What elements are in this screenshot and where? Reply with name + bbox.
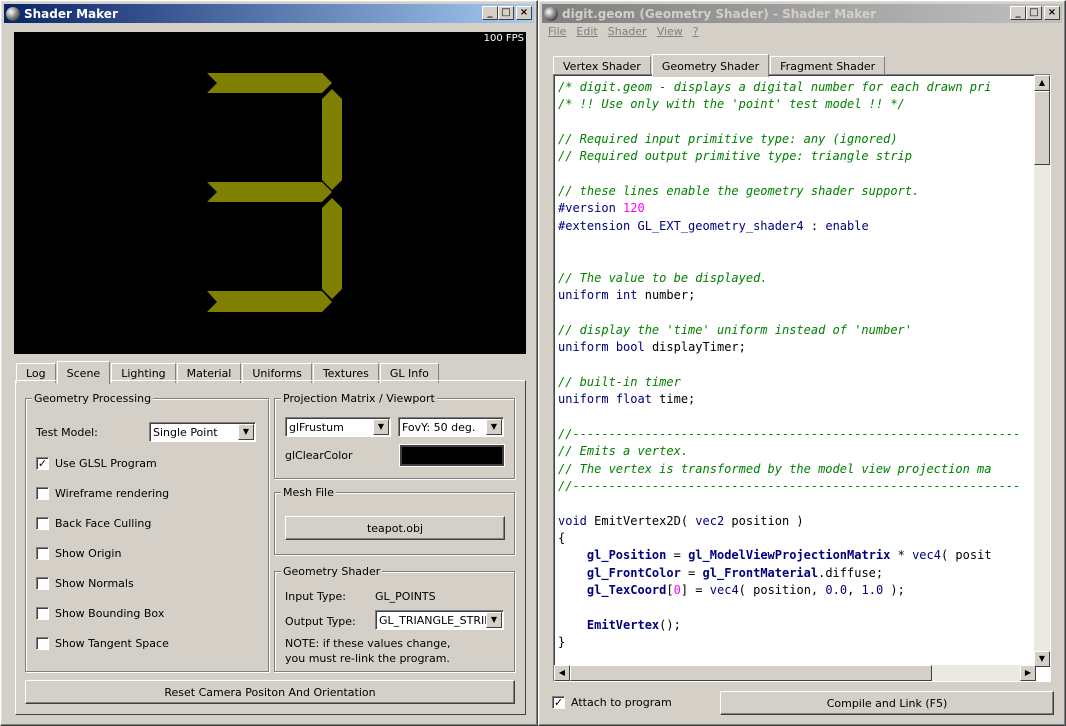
checkbox-label: Show Tangent Space bbox=[55, 637, 169, 650]
menu-shader[interactable]: Shader bbox=[603, 25, 652, 43]
shader-maker-window: Shader Maker _ □ × 100 FPS Log Scene Lig… bbox=[0, 0, 538, 726]
tab-vertex-shader[interactable]: Vertex Shader bbox=[553, 56, 651, 76]
menu-file[interactable]: File bbox=[543, 25, 571, 43]
render-viewport[interactable]: 100 FPS bbox=[14, 32, 526, 354]
code-editor[interactable]: /* digit.geom - displays a digital numbe… bbox=[553, 74, 1051, 682]
back-face-culling-checkbox[interactable]: Back Face Culling bbox=[36, 517, 151, 530]
clear-color-label: glClearColor bbox=[285, 449, 353, 462]
wireframe-checkbox[interactable]: Wireframe rendering bbox=[36, 487, 169, 500]
fovy-value: FovY: 50 deg. bbox=[402, 420, 476, 434]
fovy-select[interactable]: FovY: 50 deg. ▼ bbox=[398, 417, 504, 437]
right-title-bar[interactable]: digit.geom (Geometry Shader) - Shader Ma… bbox=[542, 4, 1062, 23]
geometry-shader-title: Geometry Shader bbox=[281, 565, 383, 578]
clear-color-swatch[interactable] bbox=[399, 444, 505, 467]
close-button[interactable]: × bbox=[1044, 6, 1060, 20]
input-type-label: Input Type: bbox=[285, 590, 346, 603]
scroll-up-arrow-icon[interactable]: ▲ bbox=[1034, 75, 1050, 91]
attach-label: Attach to program bbox=[571, 696, 672, 709]
checkbox-box bbox=[36, 517, 49, 530]
digit-three-render bbox=[207, 73, 342, 312]
checkbox-label: Show Origin bbox=[55, 547, 122, 560]
checkbox-label: Show Bounding Box bbox=[55, 607, 165, 620]
checkbox-label: Use GLSL Program bbox=[55, 457, 157, 470]
scroll-down-arrow-icon[interactable]: ▼ bbox=[1034, 651, 1050, 667]
digit-segment-middle bbox=[207, 182, 332, 202]
test-model-label: Test Model: bbox=[36, 426, 98, 439]
left-tab-bar: Log Scene Lighting Material Uniforms Tex… bbox=[16, 359, 440, 384]
minimize-button[interactable]: _ bbox=[1010, 6, 1026, 20]
attach-to-program-checkbox[interactable]: ✓ Attach to program bbox=[552, 696, 672, 709]
mesh-file-button[interactable]: teapot.obj bbox=[285, 516, 505, 540]
output-type-label: Output Type: bbox=[285, 615, 356, 628]
shader-tab-bar: Vertex Shader Geometry Shader Fragment S… bbox=[553, 52, 886, 77]
checkbox-box bbox=[36, 547, 49, 560]
geometry-processing-group: Geometry Processing Test Model: Single P… bbox=[25, 392, 269, 672]
test-model-value: Single Point bbox=[153, 425, 218, 439]
digit-segment-lower-right bbox=[322, 198, 342, 299]
fps-counter: 100 FPS bbox=[483, 33, 524, 44]
left-title-bar[interactable]: Shader Maker _ □ × bbox=[4, 4, 534, 23]
checkbox-box bbox=[36, 487, 49, 500]
checkbox-box bbox=[36, 607, 49, 620]
geometry-processing-title: Geometry Processing bbox=[32, 392, 154, 405]
menu-view[interactable]: View bbox=[652, 25, 688, 43]
use-glsl-checkbox[interactable]: ✓ Use GLSL Program bbox=[36, 457, 157, 470]
geometry-shader-group: Geometry Shader Input Type: GL_POINTS Ou… bbox=[274, 565, 515, 672]
minimize-button[interactable]: _ bbox=[482, 6, 498, 20]
menu-edit[interactable]: Edit bbox=[571, 25, 602, 43]
tab-geometry-shader[interactable]: Geometry Shader bbox=[651, 54, 770, 77]
chevron-down-icon: ▼ bbox=[373, 419, 389, 435]
checkbox-box bbox=[36, 637, 49, 650]
projection-title: Projection Matrix / Viewport bbox=[281, 392, 437, 405]
note-line-1: NOTE: if these values change, bbox=[285, 637, 451, 650]
left-window-title: Shader Maker bbox=[24, 6, 118, 21]
horizontal-scrollbar[interactable]: ◀ ▶ bbox=[554, 665, 1036, 681]
input-type-value: GL_POINTS bbox=[375, 590, 436, 603]
app-sphere-icon bbox=[6, 6, 20, 21]
projection-group: Projection Matrix / Viewport glFrustum ▼… bbox=[274, 392, 515, 479]
code-text[interactable]: /* digit.geom - displays a digital numbe… bbox=[558, 79, 1038, 663]
note-line-2: you must re-link the program. bbox=[285, 652, 450, 665]
close-button[interactable]: × bbox=[516, 6, 532, 20]
checkbox-label: Show Normals bbox=[55, 577, 134, 590]
projection-matrix-select[interactable]: glFrustum ▼ bbox=[285, 417, 391, 437]
show-bounding-box-checkbox[interactable]: Show Bounding Box bbox=[36, 607, 164, 620]
show-origin-checkbox[interactable]: Show Origin bbox=[36, 547, 121, 560]
reset-camera-button[interactable]: Reset Camera Positon And Orientation bbox=[25, 680, 515, 704]
digit-segment-upper-right bbox=[322, 89, 342, 190]
test-model-select[interactable]: Single Point ▼ bbox=[149, 422, 256, 442]
tab-scene[interactable]: Scene bbox=[56, 361, 111, 384]
show-tangent-space-checkbox[interactable]: Show Tangent Space bbox=[36, 637, 169, 650]
checkbox-label: Wireframe rendering bbox=[55, 487, 170, 500]
scroll-right-arrow-icon[interactable]: ▶ bbox=[1020, 665, 1036, 681]
checkbox-box: ✓ bbox=[36, 457, 49, 470]
menu-help[interactable]: ? bbox=[688, 25, 704, 43]
maximize-button[interactable]: □ bbox=[498, 6, 514, 20]
digit-segment-bottom bbox=[207, 291, 332, 312]
checkbox-label: Back Face Culling bbox=[55, 517, 152, 530]
scroll-left-arrow-icon[interactable]: ◀ bbox=[554, 665, 570, 681]
chevron-down-icon: ▼ bbox=[486, 419, 502, 435]
tab-fragment-shader[interactable]: Fragment Shader bbox=[770, 56, 886, 76]
vertical-scroll-thumb[interactable] bbox=[1034, 91, 1050, 165]
checkbox-box: ✓ bbox=[552, 696, 565, 709]
app-sphere-icon bbox=[544, 6, 558, 21]
checkbox-box bbox=[36, 577, 49, 590]
right-window-title: digit.geom (Geometry Shader) - Shader Ma… bbox=[562, 6, 876, 21]
chevron-down-icon: ▼ bbox=[238, 424, 254, 440]
mesh-file-title: Mesh File bbox=[281, 486, 336, 499]
maximize-button[interactable]: □ bbox=[1026, 6, 1042, 20]
show-normals-checkbox[interactable]: Show Normals bbox=[36, 577, 134, 590]
projection-matrix-value: glFrustum bbox=[289, 420, 344, 434]
menu-bar: File Edit Shader View ? bbox=[543, 25, 704, 43]
compile-link-button[interactable]: Compile and Link (F5) bbox=[720, 691, 1054, 715]
horizontal-scroll-thumb[interactable] bbox=[570, 665, 932, 681]
scene-panel: Geometry Processing Test Model: Single P… bbox=[15, 380, 526, 715]
digit-segment-top bbox=[207, 73, 332, 93]
output-type-value: GL_TRIANGLE_STRIP bbox=[379, 613, 491, 627]
vertical-scrollbar[interactable]: ▲ ▼ bbox=[1034, 75, 1050, 667]
chevron-down-icon: ▼ bbox=[486, 612, 502, 628]
output-type-select[interactable]: GL_TRIANGLE_STRIP ▼ bbox=[375, 610, 504, 630]
mesh-file-group: Mesh File teapot.obj bbox=[274, 486, 515, 555]
